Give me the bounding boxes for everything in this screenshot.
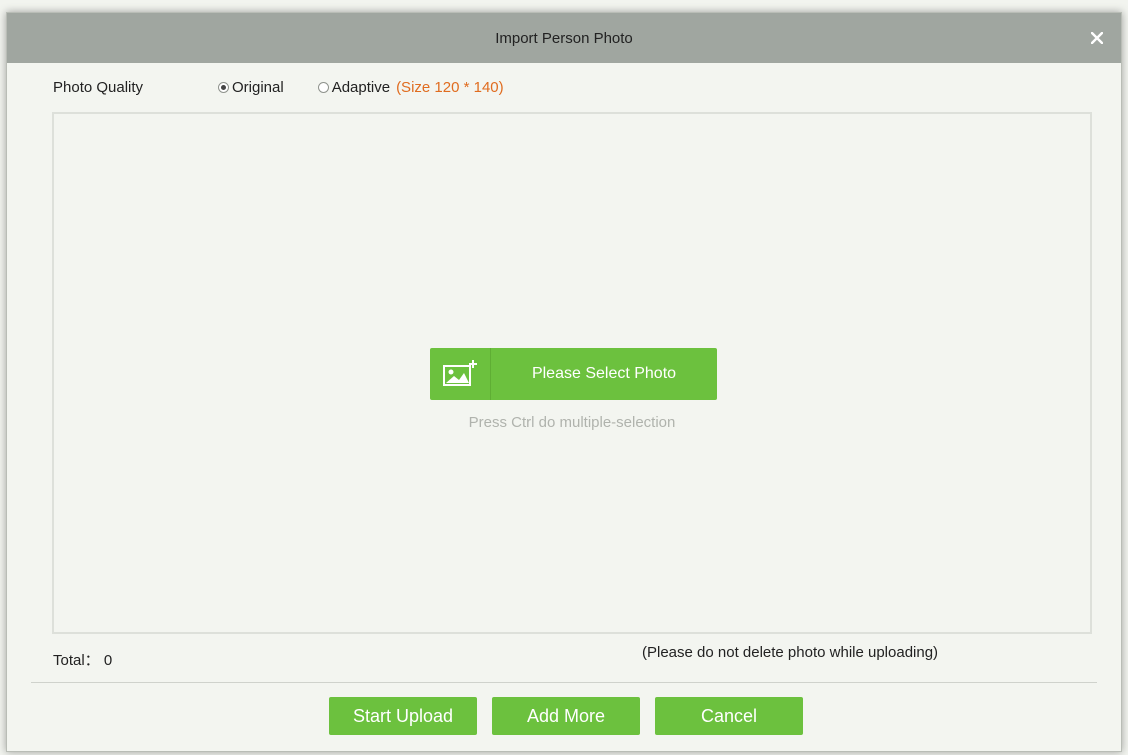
radio-original-button[interactable] [218, 81, 229, 93]
radio-adaptive-button[interactable] [317, 81, 329, 93]
radio-adaptive[interactable]: Adaptive (Size 120 * 140) [317, 78, 504, 96]
total-count: Total： 0 [53, 649, 112, 670]
import-photo-dialog: Import Person Photo Photo Quality Origin… [6, 12, 1122, 752]
size-note: (Size 120 * 140) [396, 78, 504, 96]
cancel-button[interactable]: Cancel [655, 697, 803, 735]
add-image-icon [430, 348, 491, 400]
radio-original[interactable]: Original [218, 79, 284, 96]
total-value: 0 [103, 652, 113, 669]
photo-quality-row: Photo Quality Original Adaptive (Size 12… [53, 76, 504, 98]
start-upload-button[interactable]: Start Upload [329, 697, 477, 735]
select-photo-button[interactable]: Please Select Photo [430, 348, 717, 400]
multi-select-hint: Press Ctrl do multiple-selection [468, 414, 676, 431]
dialog-title: Import Person Photo [495, 29, 633, 47]
close-icon[interactable] [1087, 28, 1107, 48]
select-photo-label: Please Select Photo [531, 365, 677, 382]
photo-drop-area[interactable]: Please Select Photo Press Ctrl do multip… [52, 112, 1092, 634]
radio-adaptive-label: Adaptive [331, 78, 391, 96]
total-label: Total： [53, 652, 100, 669]
radio-original-label: Original [232, 78, 284, 96]
footer-divider [31, 682, 1097, 683]
add-more-button[interactable]: Add More [492, 697, 640, 735]
dialog-titlebar: Import Person Photo [7, 13, 1121, 63]
upload-warning: (Please do not delete photo while upload… [642, 644, 939, 661]
photo-quality-label: Photo Quality [53, 78, 144, 96]
